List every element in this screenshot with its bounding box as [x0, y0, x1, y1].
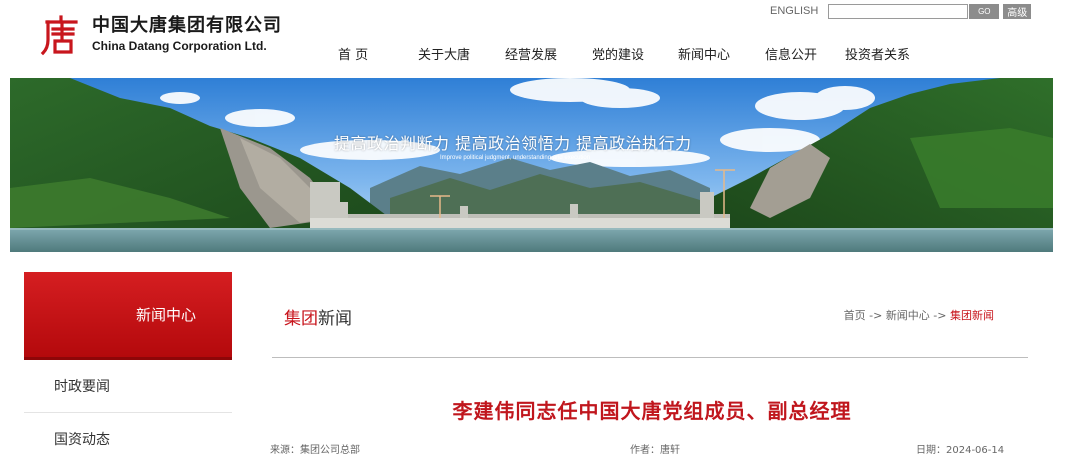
article-title: 李建伟同志任中国大唐党组成员、副总经理 [452, 399, 852, 423]
english-link[interactable]: ENGLISH [770, 5, 818, 17]
logo-chinese-name: 中国大唐集团有限公司 [92, 15, 282, 36]
nav-item-disclosure[interactable]: 信息公开 [765, 44, 845, 63]
datang-logo-icon [40, 14, 82, 56]
breadcrumb: 首页 -> 新闻中心 -> 集团新闻 [844, 307, 994, 323]
sidebar-item-label: 国资动态 [54, 432, 110, 448]
sidebar-header: 新闻中心 [24, 272, 232, 360]
hero-banner: 提高政治判断力 提高政治领悟力 提高政治执行力 Improve politica… [10, 78, 1053, 252]
advanced-search-button[interactable]: 高级 [1003, 3, 1032, 19]
sidebar: 新闻中心 时政要闻 国资动态 [24, 272, 232, 465]
article-source: 来源：集团公司总部 [270, 445, 360, 456]
nav-item-investors[interactable]: 投资者关系 [845, 44, 910, 63]
sidebar-title: 新闻中心 [135, 306, 196, 324]
banner-slogan: 提高政治判断力 提高政治领悟力 提高政治执行力 [334, 134, 692, 153]
article-author: 作者：唐轩 [630, 445, 680, 456]
section-title-accent: 集团 [284, 309, 318, 329]
sidebar-item-label: 时政要闻 [54, 379, 110, 395]
section-title: 集团新闻 [284, 304, 352, 329]
logo-english-name: China Datang Corporation Ltd. [92, 39, 267, 53]
main-nav: 首 页 关于大唐 经营发展 党的建设 新闻中心 信息公开 投资者关系 [338, 44, 910, 63]
breadcrumb-news-center[interactable]: 新闻中心 [886, 309, 930, 322]
logo[interactable]: 中国大唐集团有限公司 China Datang Corporation Ltd. [40, 14, 282, 56]
section-divider [272, 357, 1028, 358]
nav-item-party[interactable]: 党的建设 [592, 44, 678, 63]
dam-landscape-image [10, 78, 1053, 252]
sidebar-item-politics[interactable]: 时政要闻 [24, 360, 232, 413]
sidebar-item-sasac-news[interactable]: 国资动态 [24, 413, 232, 465]
breadcrumb-home[interactable]: 首页 [844, 309, 866, 322]
breadcrumb-separator: -> [865, 309, 886, 322]
breadcrumb-current[interactable]: 集团新闻 [950, 309, 994, 322]
nav-item-home[interactable]: 首 页 [338, 44, 418, 63]
banner-subtitle: Improve political judgment, understandin… [440, 155, 591, 161]
nav-item-business[interactable]: 经营发展 [505, 44, 592, 63]
search-go-button[interactable]: GO [969, 3, 1000, 19]
search-input[interactable] [828, 3, 969, 19]
nav-item-news[interactable]: 新闻中心 [678, 44, 765, 63]
breadcrumb-separator: -> [929, 309, 950, 322]
top-utility-bar: ENGLISH GO 高级 [770, 3, 1032, 19]
article-date: 日期：2024-06-14 [916, 445, 1005, 456]
section-title-rest: 新闻 [318, 309, 352, 329]
nav-item-about[interactable]: 关于大唐 [418, 44, 505, 63]
